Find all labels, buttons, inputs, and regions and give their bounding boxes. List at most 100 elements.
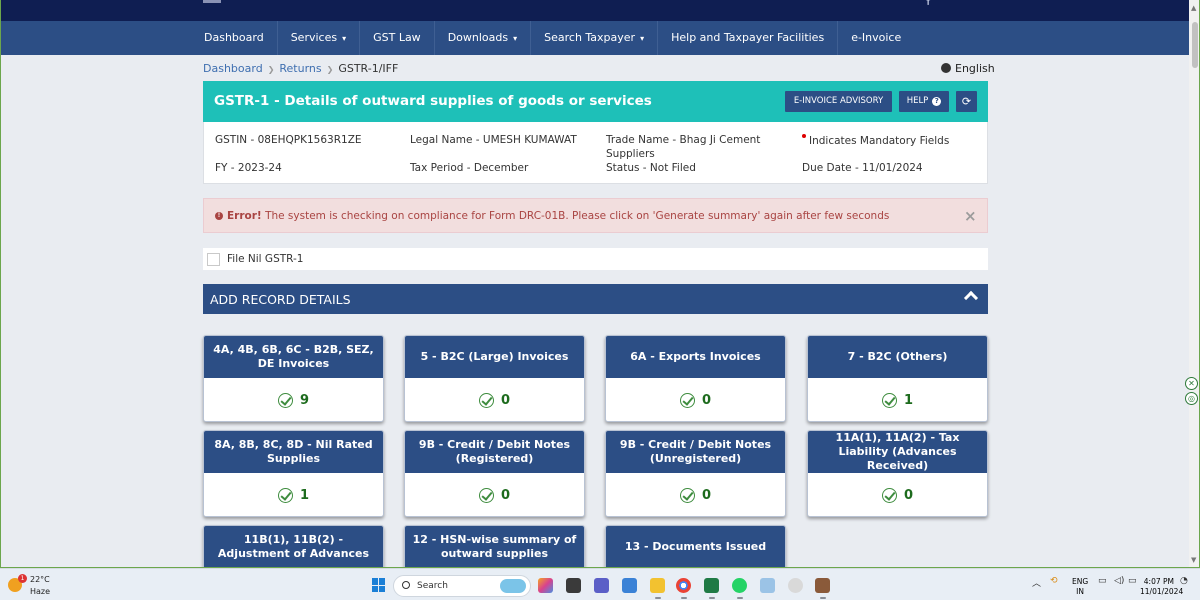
tile-title: 11B(1), 11B(2) - Adjustment of Advances: [204, 526, 383, 567]
app-icon[interactable]: [788, 578, 803, 593]
tile-b2c-large[interactable]: 5 - B2C (Large) Invoices 0: [404, 335, 585, 422]
search-icon[interactable]: ⚲: [923, 0, 933, 7]
tile-b2c-others[interactable]: 7 - B2C (Others) 1: [807, 335, 988, 422]
breadcrumb: Dashboard ❯ Returns ❯ GSTR-1/IFF: [203, 62, 398, 75]
whatsapp-icon[interactable]: [732, 578, 747, 599]
volume-icon[interactable]: ◁): [1114, 576, 1124, 586]
tile-title: 5 - B2C (Large) Invoices: [405, 336, 584, 378]
scroll-up-icon[interactable]: ▲: [1191, 4, 1196, 12]
check-circle-icon: [277, 392, 293, 408]
tile-title: 9B - Credit / Debit Notes (Unregistered): [606, 431, 785, 473]
tile-documents-issued[interactable]: 13 - Documents Issued: [605, 525, 786, 567]
task-view-icon[interactable]: [566, 578, 581, 593]
due-date-value: Due Date - 11/01/2024: [802, 162, 923, 174]
app-icon[interactable]: [760, 578, 775, 593]
scroll-down-icon[interactable]: ▼: [1191, 556, 1196, 564]
teams-icon[interactable]: [594, 578, 609, 593]
page-title: GSTR-1 - Details of outward supplies of …: [214, 93, 652, 109]
section-title: ADD RECORD DETAILS: [210, 292, 351, 307]
scrollbar-thumb[interactable]: [1192, 22, 1198, 68]
tile-adjustment-advances[interactable]: 11B(1), 11B(2) - Adjustment of Advances: [203, 525, 384, 567]
required-dot-icon: [802, 134, 806, 138]
tile-nil-rated[interactable]: 8A, 8B, 8C, 8D - Nil Rated Supplies 1: [203, 430, 384, 517]
file-explorer-icon[interactable]: [650, 578, 665, 599]
excel-icon[interactable]: [704, 578, 719, 599]
tile-exports[interactable]: 6A - Exports Invoices 0: [605, 335, 786, 422]
mandatory-note: Indicates Mandatory Fields: [802, 134, 949, 147]
extension-icon[interactable]: ◎: [1185, 392, 1198, 405]
nav-help-facilities[interactable]: Help and Taxpayer Facilities: [658, 21, 839, 55]
refresh-button[interactable]: ⟳: [956, 91, 977, 112]
tax-period-value: Tax Period - December: [410, 162, 529, 174]
language-selector[interactable]: English: [941, 62, 995, 75]
copilot-icon[interactable]: [538, 578, 553, 593]
close-circle-icon[interactable]: ✕: [1185, 377, 1198, 390]
tile-count: 0: [701, 392, 712, 408]
tile-b2b-invoices[interactable]: 4A, 4B, 6B, 6C - B2B, SEZ, DE Invoices 9: [203, 335, 384, 422]
tile-title: 11A(1), 11A(2) - Tax Liability (Advances…: [808, 431, 987, 473]
refresh-icon: ⟳: [961, 95, 972, 108]
chevron-right-icon: ❯: [326, 65, 334, 74]
tile-count: 0: [701, 487, 712, 503]
portal-top-bar: ⚲: [1, 0, 1189, 21]
help-button[interactable]: HELP?: [899, 91, 949, 112]
document-app-icon[interactable]: [815, 578, 830, 599]
trade-name-value: Trade Name - Bhag Ji Cement: [606, 134, 761, 146]
page-scrollbar[interactable]: ▲ ▼: [1189, 0, 1199, 567]
close-icon[interactable]: ×: [964, 207, 977, 225]
breadcrumb-returns[interactable]: Returns: [279, 62, 321, 75]
chevron-up-icon[interactable]: ︿: [1032, 576, 1041, 589]
chrome-icon[interactable]: [676, 578, 691, 599]
tile-title: 9B - Credit / Debit Notes (Registered): [405, 431, 584, 473]
nav-dashboard[interactable]: Dashboard: [191, 21, 278, 55]
check-circle-icon: [881, 392, 897, 408]
check-circle-icon: [679, 392, 695, 408]
store-icon[interactable]: [622, 578, 637, 593]
tile-count: 0: [903, 487, 914, 503]
battery-icon[interactable]: ▭: [1128, 576, 1137, 586]
tile-count: 0: [500, 487, 511, 503]
fy-value: FY - 2023-24: [215, 162, 282, 174]
input-language[interactable]: ENG IN: [1072, 577, 1088, 597]
notification-bell-icon[interactable]: ◔: [1180, 576, 1188, 586]
nav-search-taxpayer[interactable]: Search Taxpayer ▾: [531, 21, 659, 55]
windows-start-icon[interactable]: [372, 578, 386, 592]
add-record-details-header[interactable]: ADD RECORD DETAILS: [203, 284, 988, 314]
sync-icon[interactable]: ⟲: [1050, 576, 1058, 586]
gstin-value: GSTIN - 08EHQPK1563R1ZE: [215, 134, 362, 146]
check-circle-icon: [277, 487, 293, 503]
language-label: English: [955, 62, 995, 75]
file-nil-row: File Nil GSTR-1: [203, 248, 988, 270]
tile-tax-liability-advances[interactable]: 11A(1), 11A(2) - Tax Liability (Advances…: [807, 430, 988, 517]
tile-cdn-registered[interactable]: 9B - Credit / Debit Notes (Registered) 0: [404, 430, 585, 517]
nav-gst-law[interactable]: GST Law: [360, 21, 435, 55]
legal-name-value: Legal Name - UMESH KUMAWAT: [410, 134, 577, 146]
weather-condition: Haze: [30, 587, 51, 596]
tile-title: 12 - HSN-wise summary of outward supplie…: [405, 526, 584, 567]
search-highlight-icon: [500, 579, 526, 593]
check-circle-icon: [478, 392, 494, 408]
file-nil-checkbox[interactable]: [207, 253, 220, 266]
nav-downloads[interactable]: Downloads ▾: [435, 21, 532, 55]
side-extension-icons: ✕ ◎: [1185, 377, 1199, 407]
weather-temperature: 22°C: [30, 575, 50, 584]
error-alert: ! Error! The system is checking on compl…: [203, 198, 988, 233]
nav-e-invoice[interactable]: e-Invoice: [838, 21, 914, 55]
tile-count: 0: [500, 392, 511, 408]
trade-name-value-cont: Suppliers: [606, 148, 655, 160]
network-icon[interactable]: ▭: [1098, 576, 1107, 586]
taskbar-search[interactable]: Search: [393, 575, 531, 597]
tile-hsn-summary[interactable]: 12 - HSN-wise summary of outward supplie…: [404, 525, 585, 567]
gstr-header-band: GSTR-1 - Details of outward supplies of …: [203, 81, 988, 122]
tile-cdn-unregistered[interactable]: 9B - Credit / Debit Notes (Unregistered)…: [605, 430, 786, 517]
system-clock[interactable]: 4:07 PM 11/01/2024: [1140, 577, 1183, 597]
chevron-up-icon[interactable]: [963, 290, 979, 306]
breadcrumb-dashboard[interactable]: Dashboard: [203, 62, 263, 75]
browser-viewport: ⚲ Dashboard Services▾ GST Law Downloads▾…: [0, 0, 1200, 568]
e-invoice-advisory-button[interactable]: E-INVOICE ADVISORY: [785, 91, 892, 112]
caret-down-icon: ▾: [342, 34, 347, 43]
caret-down-icon: ▾: [640, 34, 645, 43]
error-message: Error! The system is checking on complia…: [227, 210, 890, 222]
nav-services[interactable]: Services ▾: [278, 21, 361, 55]
tile-count: 1: [903, 392, 914, 408]
